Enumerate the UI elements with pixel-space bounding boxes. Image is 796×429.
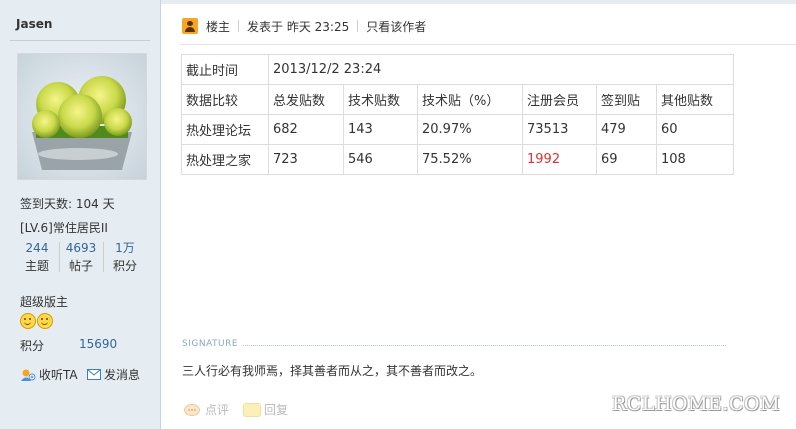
table-cell: 75.52% — [417, 144, 523, 175]
author-sidebar: Jasen 签到天数: 104 天 [LV.6]常住居民II 244 主题 46… — [0, 0, 161, 429]
op-label: 楼主 — [206, 19, 231, 34]
count-points-value: 1万 — [115, 241, 135, 255]
table-row: 热处理之家 723 546 75.52% 1992 69 108 — [181, 144, 734, 175]
table-cell: 20.97% — [417, 114, 523, 145]
only-author-link[interactable]: 只看该作者 — [366, 18, 426, 35]
op-icon — [182, 18, 198, 34]
rate-button[interactable]: 点评 — [184, 401, 229, 418]
post-header: 楼主 发表于 昨天 23:25 只看该作者 — [182, 16, 426, 36]
follow-label: 收听TA — [39, 368, 78, 382]
message-label: 发消息 — [104, 368, 141, 382]
table-header: 技术贴数 — [343, 84, 418, 115]
site-watermark: RCLHOME.COM — [612, 393, 781, 415]
signature-rule — [243, 345, 726, 346]
table-cell: 479 — [596, 114, 657, 145]
smiley-medal-icon — [37, 313, 53, 329]
table-header: 注册会员 — [522, 84, 597, 115]
smiley-medal-icon — [20, 313, 36, 329]
table-cell: 60 — [656, 114, 734, 145]
cactus-avatar-icon — [18, 54, 146, 179]
post-time: 发表于 昨天 23:25 — [247, 19, 350, 34]
table-cell: 热处理论坛 — [181, 114, 269, 145]
table-header: 其他贴数 — [656, 84, 734, 115]
table-cell: 682 — [268, 114, 344, 145]
count-points-label: 积分 — [112, 259, 137, 273]
points-value: 15690 — [79, 337, 118, 351]
table-row: 热处理论坛 682 143 20.97% 73513 479 60 — [181, 114, 734, 145]
count-threads-label: 主题 — [24, 259, 49, 273]
mail-icon — [87, 369, 101, 380]
author-counts: 244 主题 4693 帖子 1万 积分 — [16, 240, 144, 276]
reply-button[interactable]: 回复 — [243, 401, 288, 418]
header-separator — [238, 20, 240, 32]
comparison-table: 截止时间 2013/12/2 23:24 数据比较 总发贴数 技术贴数 技术贴（… — [181, 54, 734, 175]
table-header-row: 数据比较 总发贴数 技术贴数 技术贴（%） 注册会员 签到贴 其他贴数 — [181, 84, 734, 115]
comment-icon — [184, 403, 200, 416]
medals — [20, 313, 54, 329]
follow-icon — [21, 369, 36, 381]
count-posts-label: 帖子 — [68, 259, 93, 273]
author-avatar[interactable] — [17, 53, 147, 180]
count-threads[interactable]: 244 主题 — [16, 240, 58, 275]
table-cell-highlight: 1992 — [522, 144, 597, 175]
table-header: 签到贴 — [596, 84, 657, 115]
table-header: 数据比较 — [181, 84, 269, 115]
table-cell: 723 — [268, 144, 344, 175]
member-level[interactable]: [LV.6]常住居民II — [20, 219, 108, 236]
table-cell: 143 — [343, 114, 418, 145]
header-rule — [180, 44, 796, 45]
sidebar-divider — [10, 40, 150, 41]
author-name[interactable]: Jasen — [16, 17, 52, 31]
reply-icon — [243, 402, 261, 417]
follow-button[interactable]: 收听TA — [20, 366, 78, 383]
count-posts-value: 4693 — [65, 241, 97, 255]
signature-label: SIGNATURE — [182, 339, 239, 349]
table-cell: 546 — [343, 144, 418, 175]
rate-label: 点评 — [205, 403, 230, 417]
message-button[interactable]: 发消息 — [87, 366, 140, 383]
points-label: 积分 — [20, 339, 45, 353]
reply-label: 回复 — [264, 403, 289, 417]
table-header: 技术贴（%） — [417, 84, 523, 115]
table-cell: 热处理之家 — [181, 144, 269, 175]
header-separator — [357, 20, 359, 32]
table-cell: 截止时间 — [181, 54, 269, 85]
table-cell: 73513 — [522, 114, 597, 145]
count-posts[interactable]: 4693 帖子 — [60, 240, 102, 275]
table-header: 总发贴数 — [268, 84, 344, 115]
table-cell: 108 — [656, 144, 734, 175]
user-group[interactable]: 超级版主 — [20, 293, 68, 310]
checkin-days: 签到天数: 104 天 — [20, 197, 115, 211]
count-points[interactable]: 1万 积分 — [104, 240, 146, 275]
table-cell: 2013/12/2 23:24 — [268, 54, 734, 85]
table-cell: 69 — [596, 144, 657, 175]
table-row: 截止时间 2013/12/2 23:24 — [181, 54, 734, 85]
signature-text: 三人行必有我师焉，择其善者而从之，其不善者而改之。 — [182, 364, 483, 378]
count-threads-value: 244 — [25, 241, 49, 255]
